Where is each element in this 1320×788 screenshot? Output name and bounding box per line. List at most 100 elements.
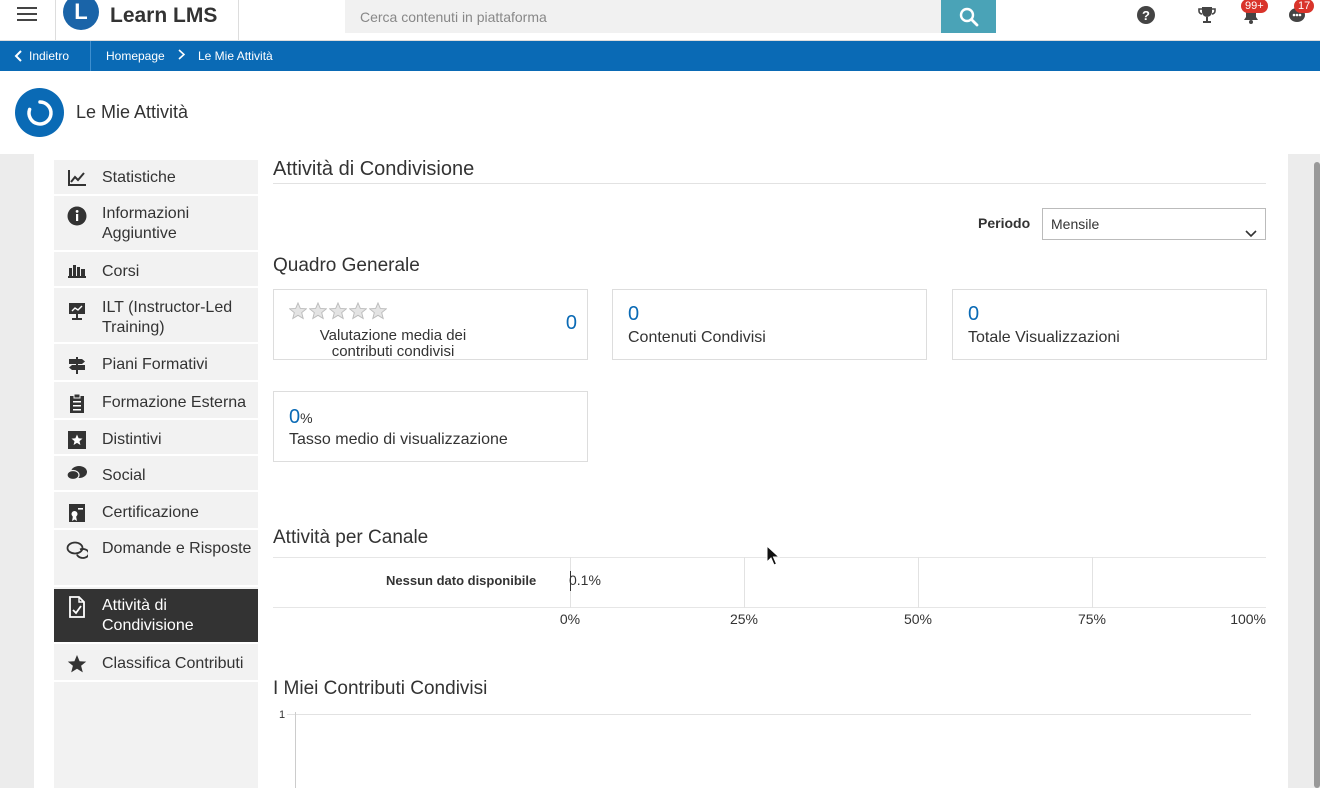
period-select[interactable]: Mensile <box>1042 208 1266 240</box>
contributions-title: I Miei Contributi Condivisi <box>273 678 488 699</box>
sidebar-item-label: Distintivi <box>102 431 162 448</box>
x-tick-label: 75% <box>1077 611 1107 627</box>
total-views-value: 0 <box>968 303 980 325</box>
sidebar-item-classifica-contributi[interactable]: Classifica Contributi <box>54 646 258 682</box>
certificate-icon <box>66 502 88 524</box>
search-icon <box>959 7 978 26</box>
sidebar-item-label: Piani Formativi <box>102 356 208 373</box>
badge-star-icon <box>66 429 88 451</box>
search-input[interactable] <box>345 0 942 33</box>
search-box <box>345 0 942 33</box>
content-title: Attività di Condivisione <box>273 158 475 180</box>
svg-text:?: ? <box>1142 8 1150 23</box>
shared-content-label: Contenuti Condivisi <box>628 329 766 346</box>
trophy-button[interactable] <box>1196 4 1218 26</box>
rating-stars <box>289 302 387 320</box>
rating-card: Valutazione media dei contributi condivi… <box>273 289 588 360</box>
books-icon <box>66 259 88 281</box>
shared-content-card: 0 Contenuti Condivisi <box>612 289 927 360</box>
x-tick-label: 0% <box>559 611 581 627</box>
total-views-label: Totale Visualizzazioni <box>968 329 1120 346</box>
shared-content-value: 0 <box>628 303 640 325</box>
y-tick-label: 1 <box>279 709 286 721</box>
help-button[interactable]: ? <box>1135 4 1157 26</box>
sidebar-item-distintivi[interactable]: Distintivi <box>54 422 258 456</box>
sidebar-item-attivita-condivisione[interactable]: Attività di Condivisione <box>54 589 258 644</box>
x-gridline <box>918 557 919 608</box>
messages-button[interactable]: 17 <box>1286 0 1315 26</box>
back-button[interactable]: Indietro <box>0 41 91 71</box>
help-icon: ? <box>1137 6 1155 24</box>
sidebar-item-informazioni[interactable]: Informazioni Aggiuntive <box>54 198 258 252</box>
mouse-cursor <box>766 544 781 572</box>
scrollbar[interactable] <box>1314 162 1320 788</box>
chat-bubbles-icon <box>66 463 88 485</box>
notifications-badge: 99+ <box>1241 0 1268 13</box>
chevron-left-icon <box>14 50 22 62</box>
category-label: Nessun dato disponibile <box>386 573 537 588</box>
breadcrumb-home-link[interactable]: Homepage <box>106 49 165 63</box>
sidebar-item-label: Formazione Esterna <box>102 394 247 411</box>
total-views-card: 0 Totale Visualizzazioni <box>952 289 1267 360</box>
breadcrumb-current: Le Mie Attività <box>198 49 273 63</box>
signpost-icon <box>66 354 88 376</box>
rating-star-icon <box>329 302 347 320</box>
menu-icon[interactable] <box>17 7 37 23</box>
sidebar-item-label: Statistiche <box>102 169 176 186</box>
rating-star-icon <box>369 302 387 320</box>
sidebar-item-statistiche[interactable]: Statistiche <box>54 160 258 196</box>
rating-star-icon <box>309 302 327 320</box>
sidebar-item-label: Classifica Contributi <box>102 655 244 672</box>
sidebar-item-corsi[interactable]: Corsi <box>54 254 258 288</box>
presentation-icon <box>66 300 88 322</box>
divider <box>273 183 1266 184</box>
view-rate-unit: % <box>300 410 313 426</box>
x-tick-label: 50% <box>903 611 933 627</box>
share-document-icon <box>66 596 88 618</box>
logo[interactable]: L Learn LMS <box>55 0 239 41</box>
notifications-button[interactable]: 99+ <box>1240 0 1268 26</box>
channel-title: Attività per Canale <box>273 527 429 548</box>
view-rate-label: Tasso medio di visualizzazione <box>289 431 508 448</box>
top-bar: L Learn LMS ? 99+ 17 <box>0 0 1320 41</box>
sidebar-item-piani-formativi[interactable]: Piani Formativi <box>54 346 258 382</box>
search-button[interactable] <box>941 0 996 33</box>
trophy-icon <box>1198 7 1216 23</box>
period-select-value: Mensile <box>1051 216 1100 232</box>
question-chat-icon <box>66 539 88 561</box>
back-label: Indietro <box>29 49 70 63</box>
view-rate-value-wrap: 0% <box>289 406 313 429</box>
clipboard-icon <box>66 392 88 414</box>
sidebar-item-ilt[interactable]: ILT (Instructor-Led Training) <box>54 290 258 344</box>
rating-star-icon <box>289 302 307 320</box>
view-rate-card: 0% Tasso medio di visualizzazione <box>273 391 588 462</box>
sidebar-item-label: Corsi <box>102 263 140 280</box>
page-header: Le Mie Attività <box>0 71 1320 154</box>
x-tick-label: 100% <box>1230 611 1266 627</box>
period-label: Periodo <box>978 215 1031 231</box>
chevron-right-icon <box>178 49 186 63</box>
page-title: Le Mie Attività <box>76 102 189 122</box>
x-gridline <box>1092 557 1093 608</box>
star-icon <box>66 653 88 675</box>
sidebar-item-social[interactable]: Social <box>54 458 258 492</box>
logo-mark: L <box>63 0 99 30</box>
bar-data-label: 0.1% <box>569 572 601 588</box>
messages-badge: 17 <box>1294 0 1315 13</box>
sidebar-item-formazione-esterna[interactable]: Formazione Esterna <box>54 384 258 420</box>
overview-title: Quadro Generale <box>273 255 420 276</box>
y-gridline <box>287 714 1251 715</box>
x-gridline <box>744 557 745 608</box>
sidebar-item-label: ILT (Instructor-Led Training) <box>102 299 233 336</box>
rating-value: 0 <box>565 312 577 334</box>
breadcrumb: Indietro Homepage Le Mie Attività <box>0 41 1320 71</box>
y-axis <box>295 712 296 788</box>
sidebar-item-label: Informazioni Aggiuntive <box>102 205 190 242</box>
rating-label: Valutazione media dei contributi condivi… <box>319 327 467 360</box>
logo-text: Learn LMS <box>110 4 218 27</box>
sidebar-item-label: Attività di Condivisione <box>102 597 194 634</box>
sidebar-item-certificazione[interactable]: Certificazione <box>54 494 258 530</box>
sidebar-item-label: Certificazione <box>102 504 199 521</box>
sidebar-item-domande-risposte[interactable]: Domande e Risposte <box>54 532 258 587</box>
info-icon <box>66 205 88 227</box>
